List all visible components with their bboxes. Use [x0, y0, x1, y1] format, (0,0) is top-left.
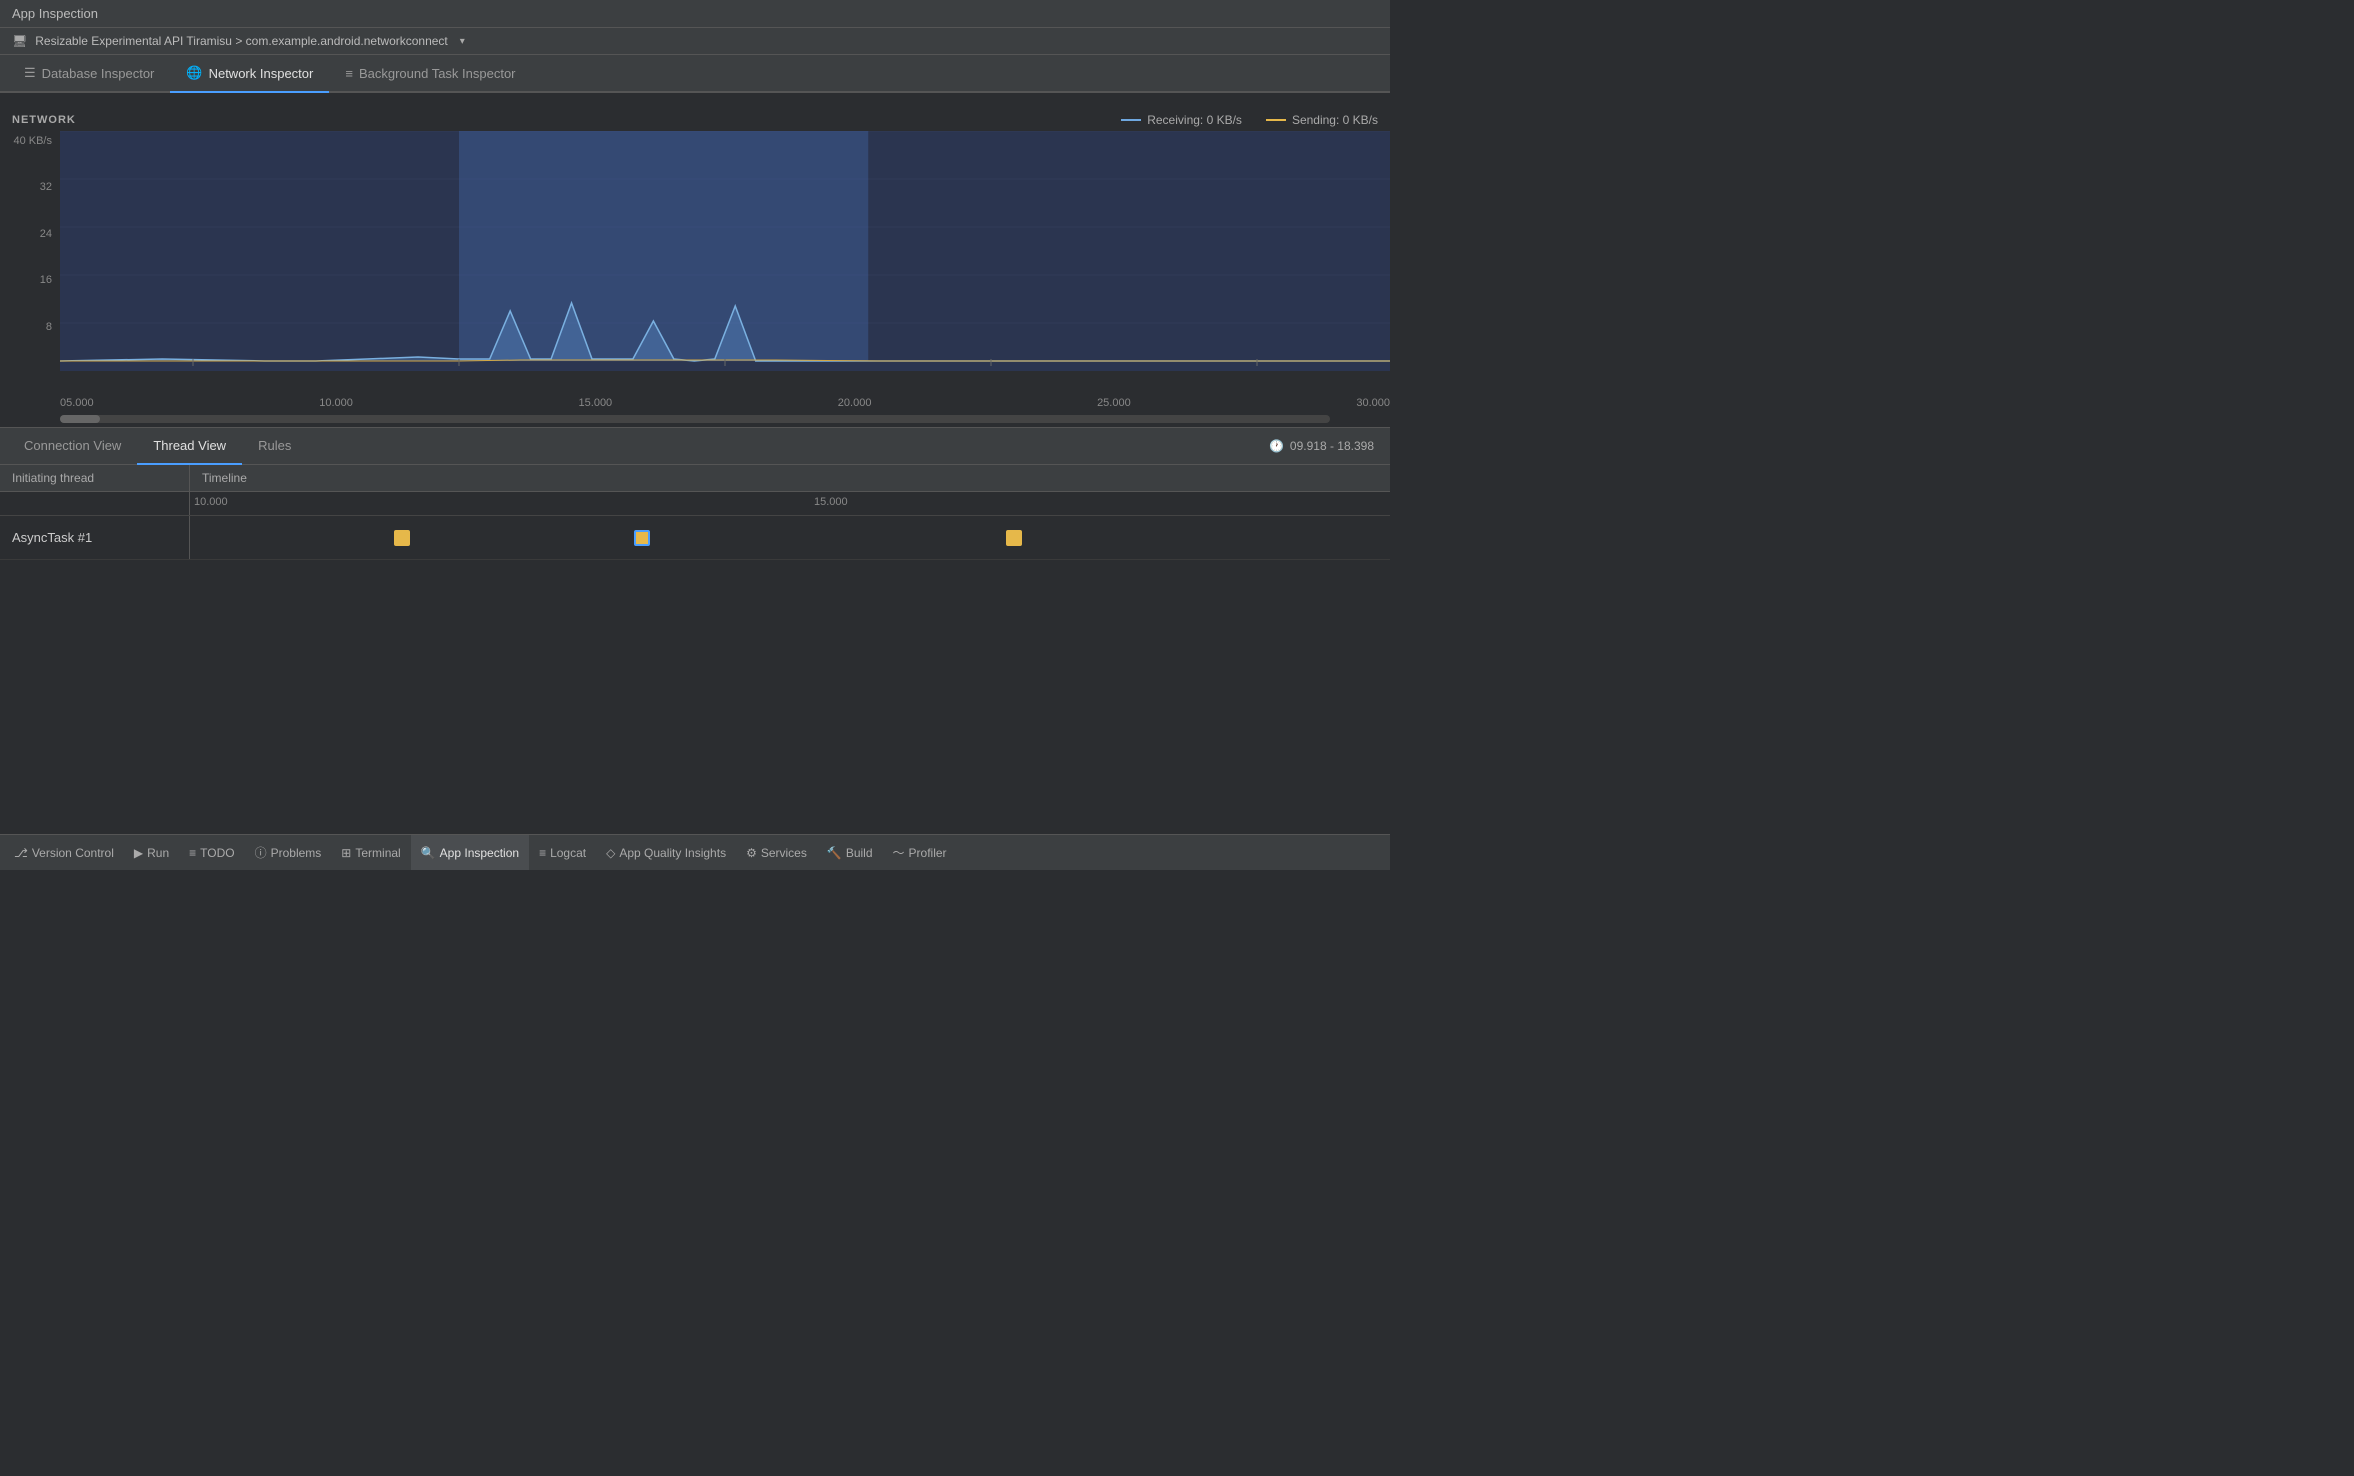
- logcat-label: Logcat: [550, 846, 586, 860]
- x-label-3: 20.000: [838, 397, 872, 409]
- thread-row-timeline-asynctask[interactable]: [190, 516, 1390, 559]
- status-problems[interactable]: ⓘ Problems: [245, 835, 332, 870]
- scrollbar-thumb[interactable]: [60, 415, 100, 423]
- legend-sending-label: Sending: 0 KB/s: [1292, 113, 1378, 127]
- chart-x-axis: 05.000 10.000 15.000 20.000 25.000 30.00…: [0, 393, 1390, 409]
- x-label-5: 30.000: [1356, 397, 1390, 409]
- y-label-1: 32: [12, 181, 52, 193]
- status-terminal[interactable]: ⊞ Terminal: [331, 835, 410, 870]
- thread-empty-area: [0, 560, 1390, 834]
- tab-rules[interactable]: Rules: [242, 428, 307, 465]
- event-block-2[interactable]: [634, 530, 650, 546]
- title-bar: App Inspection: [0, 0, 1390, 28]
- title-label: App Inspection: [12, 6, 98, 21]
- database-icon: ☰: [24, 65, 36, 81]
- build-label: Build: [846, 846, 873, 860]
- run-label: Run: [147, 846, 169, 860]
- status-run[interactable]: ▶ Run: [124, 835, 179, 870]
- status-app-quality[interactable]: ◇ App Quality Insights: [596, 835, 736, 870]
- x-label-0: 05.000: [60, 397, 94, 409]
- device-dropdown-arrow[interactable]: ▾: [460, 36, 465, 47]
- y-label-2: 24: [12, 228, 52, 240]
- version-control-icon: ⎇: [14, 846, 28, 860]
- todo-label: TODO: [200, 846, 234, 860]
- app-quality-label: App Quality Insights: [619, 846, 726, 860]
- thread-table-header: Initiating thread Timeline: [0, 465, 1390, 492]
- y-label-4: 8: [12, 321, 52, 333]
- chart-legend: Receiving: 0 KB/s Sending: 0 KB/s: [1121, 113, 1378, 127]
- network-icon: 🌐: [186, 65, 202, 81]
- todo-icon: ≡: [189, 846, 196, 860]
- services-icon: ⚙: [746, 846, 757, 860]
- app-inspection-label: App Inspection: [440, 846, 519, 860]
- background-icon: ≡: [345, 66, 353, 81]
- thread-table: Initiating thread Timeline 10.000 15.000…: [0, 465, 1390, 834]
- device-text: Resizable Experimental API Tiramisu > co…: [35, 34, 448, 48]
- chart-y-axis: 40 KB/s 32 24 16 8: [0, 131, 60, 391]
- run-icon: ▶: [134, 846, 143, 860]
- legend-receiving-label: Receiving: 0 KB/s: [1147, 113, 1242, 127]
- x-label-2: 15.000: [579, 397, 613, 409]
- app-inspection-icon: 🔍: [421, 846, 436, 860]
- legend-sending: Sending: 0 KB/s: [1266, 113, 1378, 127]
- profiler-label: Profiler: [909, 846, 947, 860]
- clock-icon: 🕐: [1269, 439, 1284, 453]
- build-icon: 🔨: [827, 846, 842, 860]
- status-version-control[interactable]: ⎇ Version Control: [4, 835, 124, 870]
- status-build[interactable]: 🔨 Build: [817, 835, 883, 870]
- tab-background[interactable]: ≡ Background Task Inspector: [329, 56, 531, 93]
- tab-thread-view[interactable]: Thread View: [137, 428, 242, 465]
- thread-row-asynctask: AsyncTask #1: [0, 516, 1390, 560]
- version-control-label: Version Control: [32, 846, 114, 860]
- scrollbar-track[interactable]: [60, 415, 1330, 423]
- x-label-4: 25.000: [1097, 397, 1131, 409]
- profiler-icon: 〜: [893, 844, 905, 861]
- problems-icon: ⓘ: [255, 844, 267, 861]
- network-chart-svg: [60, 131, 1390, 371]
- inspector-tabs: ☰ Database Inspector 🌐 Network Inspector…: [0, 55, 1390, 93]
- chart-header: NETWORK Receiving: 0 KB/s Sending: 0 KB/…: [0, 113, 1390, 131]
- chart-main[interactable]: [60, 131, 1390, 391]
- status-app-inspection[interactable]: 🔍 App Inspection: [411, 835, 529, 870]
- time-range-value: 09.918 - 18.398: [1290, 439, 1374, 453]
- x-label-1: 10.000: [319, 397, 353, 409]
- y-label-0: 40 KB/s: [12, 135, 52, 147]
- event-block-1[interactable]: [394, 530, 410, 546]
- ruler-15000: 15.000: [814, 496, 848, 508]
- tab-database[interactable]: ☰ Database Inspector: [8, 55, 170, 93]
- status-services[interactable]: ⚙ Services: [736, 835, 817, 870]
- col-timeline: Timeline: [190, 465, 1390, 491]
- logcat-icon: ≡: [539, 846, 546, 860]
- services-label: Services: [761, 846, 807, 860]
- terminal-label: Terminal: [355, 846, 400, 860]
- timeline-ruler: 10.000 15.000: [190, 492, 1390, 515]
- legend-receiving: Receiving: 0 KB/s: [1121, 113, 1242, 127]
- thread-row-label-asynctask: AsyncTask #1: [0, 516, 190, 559]
- tab-network[interactable]: 🌐 Network Inspector: [170, 55, 329, 93]
- status-bar: ⎇ Version Control ▶ Run ≡ TODO ⓘ Problem…: [0, 834, 1390, 870]
- time-range: 🕐 09.918 - 18.398: [1269, 439, 1382, 453]
- legend-sending-line: [1266, 119, 1286, 121]
- spacer: [0, 93, 1390, 105]
- chart-title: NETWORK: [12, 114, 92, 126]
- tab-connection-view[interactable]: Connection View: [8, 428, 137, 465]
- chart-container[interactable]: 40 KB/s 32 24 16 8: [0, 131, 1390, 391]
- scrollbar-area[interactable]: [0, 411, 1390, 427]
- device-bar[interactable]: 🖥 Resizable Experimental API Tiramisu > …: [0, 28, 1390, 55]
- status-todo[interactable]: ≡ TODO: [179, 835, 244, 870]
- status-logcat[interactable]: ≡ Logcat: [529, 835, 596, 870]
- device-icon: 🖥: [12, 34, 27, 48]
- y-label-3: 16: [12, 274, 52, 286]
- app-quality-icon: ◇: [606, 846, 615, 860]
- chart-section: NETWORK Receiving: 0 KB/s Sending: 0 KB/…: [0, 105, 1390, 427]
- view-tabs-bar: Connection View Thread View Rules 🕐 09.9…: [0, 427, 1390, 465]
- status-profiler[interactable]: 〜 Profiler: [883, 835, 957, 870]
- legend-receiving-line: [1121, 119, 1141, 121]
- ruler-label-col: [0, 492, 190, 515]
- col-initiating-thread: Initiating thread: [0, 465, 190, 491]
- ruler-10000: 10.000: [194, 496, 228, 508]
- problems-label: Problems: [271, 846, 322, 860]
- event-block-3[interactable]: [1006, 530, 1022, 546]
- terminal-icon: ⊞: [341, 846, 351, 860]
